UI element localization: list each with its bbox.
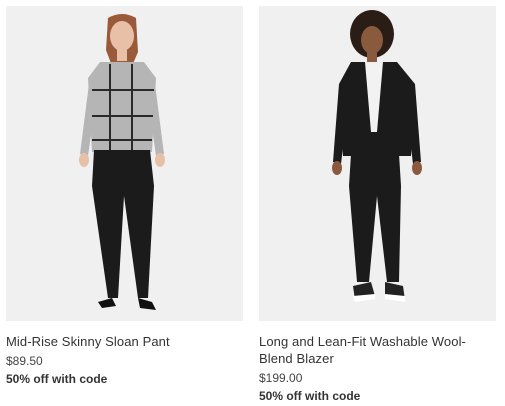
product-name[interactable]: Mid-Rise Skinny Sloan Pant xyxy=(6,333,243,350)
product-price: $89.50 xyxy=(6,354,43,368)
promo-text: 50% off with code xyxy=(259,389,361,403)
product-image[interactable] xyxy=(6,6,243,321)
product-card[interactable]: Long and Lean-Fit Washable Wool-Blend Bl… xyxy=(259,6,496,404)
product-price: $199.00 xyxy=(259,371,303,385)
product-card[interactable]: Mid-Rise Skinny Sloan Pant $89.50 50% of… xyxy=(6,6,243,387)
product-image[interactable] xyxy=(259,6,496,321)
promo-text: 50% off with code xyxy=(6,372,108,386)
model-illustration xyxy=(332,10,422,302)
product-name[interactable]: Long and Lean-Fit Washable Wool-Blend Bl… xyxy=(259,333,496,367)
model-illustration xyxy=(79,14,165,310)
